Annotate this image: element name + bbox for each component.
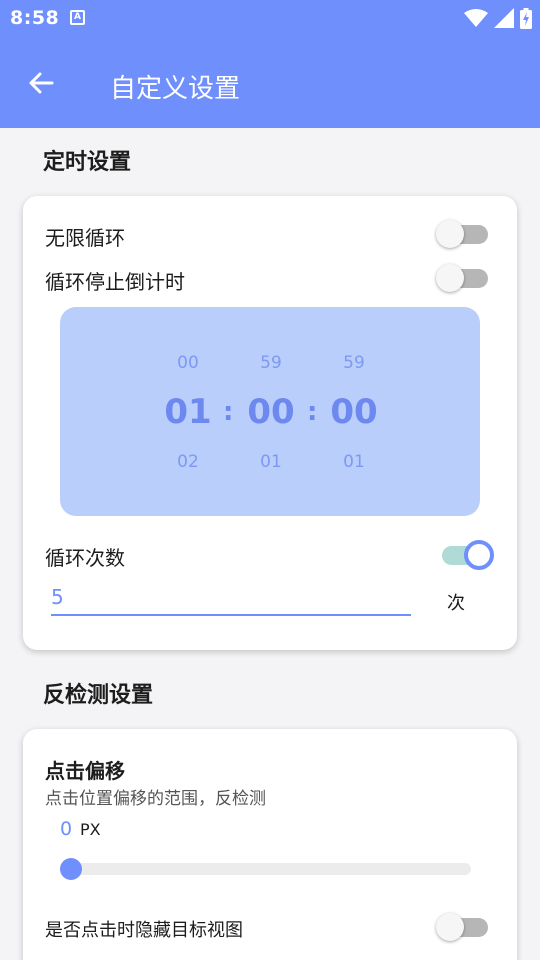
app-bar: 自定义设置 bbox=[0, 36, 540, 128]
switch-thumb bbox=[436, 264, 464, 292]
status-bar: 8:58 A bbox=[0, 0, 540, 36]
status-time: 8:58 bbox=[10, 7, 60, 29]
picker-hours-below[interactable]: 02 bbox=[158, 452, 218, 472]
click-offset-slider-thumb[interactable] bbox=[60, 858, 82, 880]
switch-thumb bbox=[436, 220, 464, 248]
picker-hours-selected[interactable]: 01 bbox=[158, 392, 218, 432]
accessibility-a-icon: A bbox=[70, 10, 85, 25]
hide-target-view-label: 是否点击时隐藏目标视图 bbox=[45, 920, 243, 941]
click-offset-value: 0 bbox=[60, 818, 73, 840]
picker-seconds-below[interactable]: 01 bbox=[324, 452, 384, 472]
click-offset-unit: PX bbox=[80, 820, 101, 839]
click-offset-title: 点击偏移 bbox=[45, 759, 125, 783]
loop-countdown-switch[interactable] bbox=[436, 261, 492, 295]
loop-count-unit: 次 bbox=[447, 593, 465, 614]
status-icons bbox=[464, 7, 532, 29]
anti-detect-section-title: 反检测设置 bbox=[43, 683, 154, 708]
countdown-time-picker[interactable]: 00 01 02 : 59 00 01 : 59 00 01 bbox=[60, 307, 480, 516]
loop-count-label: 循环次数 bbox=[45, 546, 125, 570]
timer-section-title: 定时设置 bbox=[43, 150, 132, 175]
anti-detect-card: 点击偏移 点击位置偏移的范围，反检测 0 PX 是否点击时隐藏目标视图 bbox=[23, 729, 517, 960]
wifi-icon bbox=[464, 9, 488, 27]
picker-seconds-selected[interactable]: 00 bbox=[324, 392, 384, 432]
infinite-loop-label: 无限循环 bbox=[45, 226, 125, 250]
picker-minutes-below[interactable]: 01 bbox=[241, 452, 301, 472]
picker-separator: : bbox=[307, 397, 318, 427]
back-button[interactable] bbox=[22, 64, 60, 102]
infinite-loop-switch[interactable] bbox=[436, 217, 492, 251]
loop-count-switch[interactable] bbox=[438, 538, 494, 572]
hide-target-view-switch[interactable] bbox=[436, 910, 492, 944]
timer-settings-card: 无限循环 循环停止倒计时 00 01 02 : 59 00 01 : 59 00… bbox=[23, 196, 517, 650]
signal-icon bbox=[494, 8, 514, 28]
loop-count-input[interactable] bbox=[51, 580, 411, 616]
click-offset-description: 点击位置偏移的范围，反检测 bbox=[45, 789, 266, 809]
picker-separator: : bbox=[223, 397, 234, 427]
page-title: 自定义设置 bbox=[110, 74, 241, 104]
battery-charging-icon bbox=[520, 7, 532, 29]
loop-countdown-label: 循环停止倒计时 bbox=[45, 270, 185, 294]
picker-seconds-above[interactable]: 59 bbox=[324, 353, 384, 373]
switch-thumb bbox=[436, 913, 464, 941]
click-offset-slider-track[interactable] bbox=[60, 863, 471, 875]
picker-hours-above[interactable]: 00 bbox=[158, 353, 218, 373]
switch-thumb bbox=[464, 540, 494, 570]
arrow-left-icon bbox=[29, 72, 54, 94]
picker-minutes-selected[interactable]: 00 bbox=[241, 392, 301, 432]
picker-minutes-above[interactable]: 59 bbox=[241, 353, 301, 373]
